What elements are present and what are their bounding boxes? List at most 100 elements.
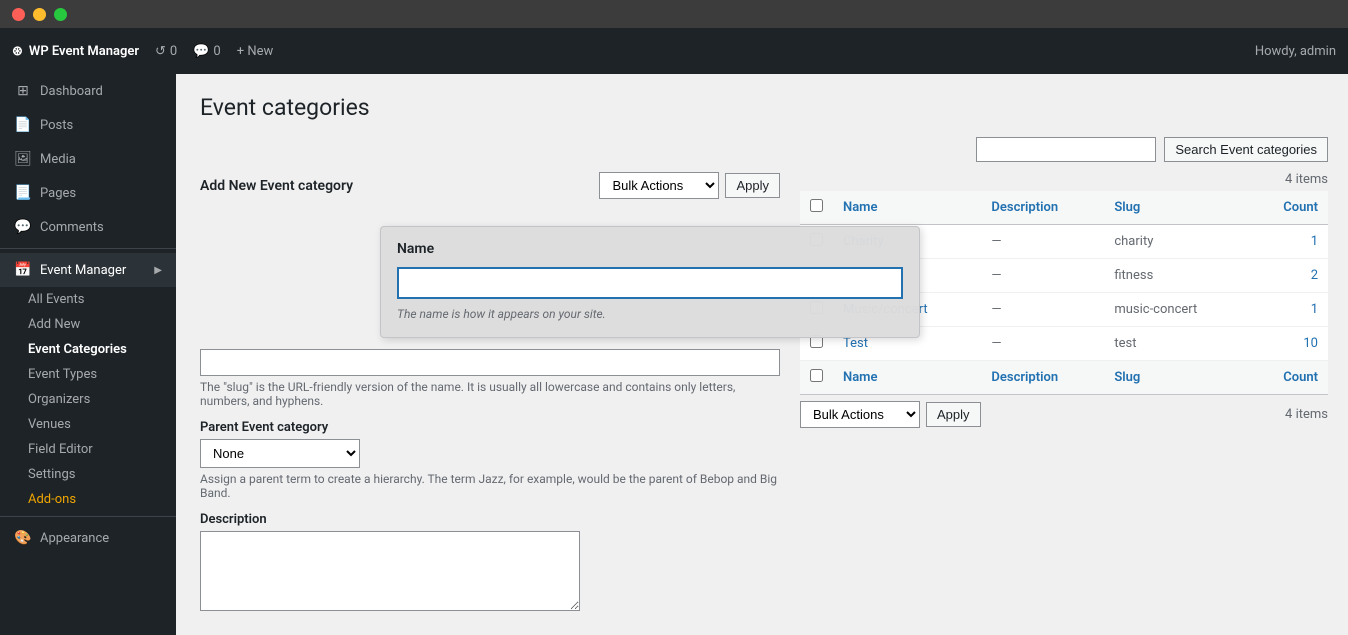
dashboard-icon: ⊞: [14, 82, 32, 100]
table-footer-row: Name Description Slug Count: [800, 361, 1328, 395]
sidebar-label-posts: Posts: [40, 118, 73, 133]
table-header-row: Name Description Slug Count: [800, 191, 1328, 225]
sidebar-item-settings[interactable]: Settings: [28, 462, 176, 487]
admin-brand[interactable]: ⊛ WP Event Manager: [12, 44, 139, 59]
sidebar-label-dashboard: Dashboard: [40, 84, 103, 99]
slug-hint: The "slug" is the URL-friendly version o…: [200, 380, 780, 408]
media-icon: 🖼: [14, 150, 32, 168]
row-count[interactable]: 2: [1250, 259, 1328, 293]
top-apply-button[interactable]: Apply: [725, 173, 780, 198]
items-count-top: 4 items: [1285, 172, 1328, 187]
sidebar-label-media: Media: [40, 152, 76, 167]
parent-select[interactable]: None: [200, 439, 360, 468]
sidebar-item-appearance[interactable]: 🎨 Appearance: [0, 521, 176, 555]
top-actions: Add New Event category Bulk Actions Appl…: [200, 172, 780, 199]
chevron-icon: ▶: [154, 265, 162, 276]
posts-icon: 📄: [14, 116, 32, 134]
admin-bar: ⊛ WP Event Manager ↺ 0 💬 0 + New Howdy, …: [0, 28, 1348, 74]
header-name-col[interactable]: Name: [833, 191, 981, 225]
wp-icon: ⊛: [12, 44, 23, 59]
top-bulk-select[interactable]: Bulk Actions: [599, 172, 719, 199]
header-checkbox-col: [800, 191, 833, 225]
sidebar-item-all-events[interactable]: All Events: [28, 287, 176, 312]
bottom-bulk-select[interactable]: Bulk Actions: [800, 401, 920, 428]
updates-icon: ↺: [155, 44, 166, 59]
greeting: Howdy, admin: [1255, 44, 1336, 59]
sidebar-submenu-event-manager: All Events Add New Event Categories Even…: [0, 287, 176, 512]
description-field: Description: [200, 512, 780, 615]
row-description: —: [981, 225, 1104, 259]
header-description-col: Description: [981, 191, 1104, 225]
bottom-actions: Bulk Actions Apply 4 items: [800, 401, 1328, 428]
name-input[interactable]: [397, 267, 903, 299]
pages-icon: 📃: [14, 184, 32, 202]
items-count-bottom: 4 items: [1285, 407, 1328, 422]
bottom-apply-button[interactable]: Apply: [926, 402, 981, 427]
search-row: Search Event categories: [200, 137, 1328, 162]
parent-field: Parent Event category None Assign a pare…: [200, 420, 780, 500]
sidebar-item-event-types[interactable]: Event Types: [28, 362, 176, 387]
title-bar: [0, 0, 1348, 28]
sidebar-item-field-editor[interactable]: Field Editor: [28, 437, 176, 462]
sidebar-item-media[interactable]: 🖼 Media: [0, 142, 176, 176]
minimize-button[interactable]: [33, 8, 46, 21]
sidebar-label-comments: Comments: [40, 220, 104, 235]
new-item[interactable]: + New: [237, 44, 274, 59]
search-input[interactable]: [976, 137, 1156, 162]
comments-icon: 💬: [193, 44, 209, 59]
sidebar-item-add-ons[interactable]: Add-ons: [28, 487, 176, 512]
header-count-col[interactable]: Count: [1250, 191, 1328, 225]
row-slug: music-concert: [1104, 293, 1250, 327]
top-bulk-actions: Bulk Actions Apply: [599, 172, 780, 199]
select-all-footer-checkbox[interactable]: [810, 369, 823, 382]
new-label: + New: [237, 44, 274, 59]
sidebar: ⊞ Dashboard 📄 Posts 🖼 Media 📃 Pages 💬 Co…: [0, 74, 176, 635]
row-description: —: [981, 293, 1104, 327]
footer-count-col[interactable]: Count: [1250, 361, 1328, 395]
appearance-icon: 🎨: [14, 529, 32, 547]
add-new-title: Add New Event category: [200, 178, 353, 194]
sidebar-item-event-categories[interactable]: Event Categories: [28, 337, 176, 362]
description-input[interactable]: [200, 531, 580, 611]
bottom-bulk-actions: Bulk Actions Apply: [800, 401, 981, 428]
slug-input[interactable]: [200, 349, 780, 376]
main-content: Event categories Search Event categories…: [176, 74, 1348, 635]
footer-name-col[interactable]: Name: [833, 361, 981, 395]
sidebar-item-dashboard[interactable]: ⊞ Dashboard: [0, 74, 176, 108]
sidebar-item-add-new[interactable]: Add New: [28, 312, 176, 337]
maximize-button[interactable]: [54, 8, 67, 21]
row-slug: fitness: [1104, 259, 1250, 293]
comments-count: 0: [213, 44, 220, 59]
page-title: Event categories: [200, 94, 1328, 121]
popup-name-label: Name: [397, 241, 903, 257]
row-count[interactable]: 1: [1250, 225, 1328, 259]
sidebar-label-pages: Pages: [40, 186, 76, 201]
description-label: Description: [200, 512, 780, 527]
slug-field: The "slug" is the URL-friendly version o…: [200, 349, 780, 408]
row-slug: charity: [1104, 225, 1250, 259]
sidebar-item-posts[interactable]: 📄 Posts: [0, 108, 176, 142]
row-slug: test: [1104, 327, 1250, 361]
row-description: —: [981, 259, 1104, 293]
select-all-checkbox[interactable]: [810, 199, 823, 212]
sidebar-item-comments[interactable]: 💬 Comments: [0, 210, 176, 244]
row-count[interactable]: 10: [1250, 327, 1328, 361]
parent-hint: Assign a parent term to create a hierarc…: [200, 472, 780, 500]
footer-description-col: Description: [981, 361, 1104, 395]
comments-item[interactable]: 💬 0: [193, 44, 221, 59]
sidebar-item-pages[interactable]: 📃 Pages: [0, 176, 176, 210]
search-button[interactable]: Search Event categories: [1164, 137, 1328, 162]
sidebar-item-organizers[interactable]: Organizers: [28, 387, 176, 412]
row-count[interactable]: 1: [1250, 293, 1328, 327]
event-manager-icon: 📅: [14, 261, 32, 279]
close-button[interactable]: [12, 8, 25, 21]
sidebar-item-venues[interactable]: Venues: [28, 412, 176, 437]
brand-label: WP Event Manager: [29, 44, 139, 59]
footer-slug-col: Slug: [1104, 361, 1250, 395]
updates-item[interactable]: ↺ 0: [155, 44, 177, 59]
layout: ⊞ Dashboard 📄 Posts 🖼 Media 📃 Pages 💬 Co…: [0, 74, 1348, 635]
comments-icon: 💬: [14, 218, 32, 236]
sidebar-item-event-manager[interactable]: 📅 Event Manager ▶: [0, 253, 176, 287]
sidebar-label-appearance: Appearance: [40, 531, 109, 546]
parent-label: Parent Event category: [200, 420, 780, 435]
